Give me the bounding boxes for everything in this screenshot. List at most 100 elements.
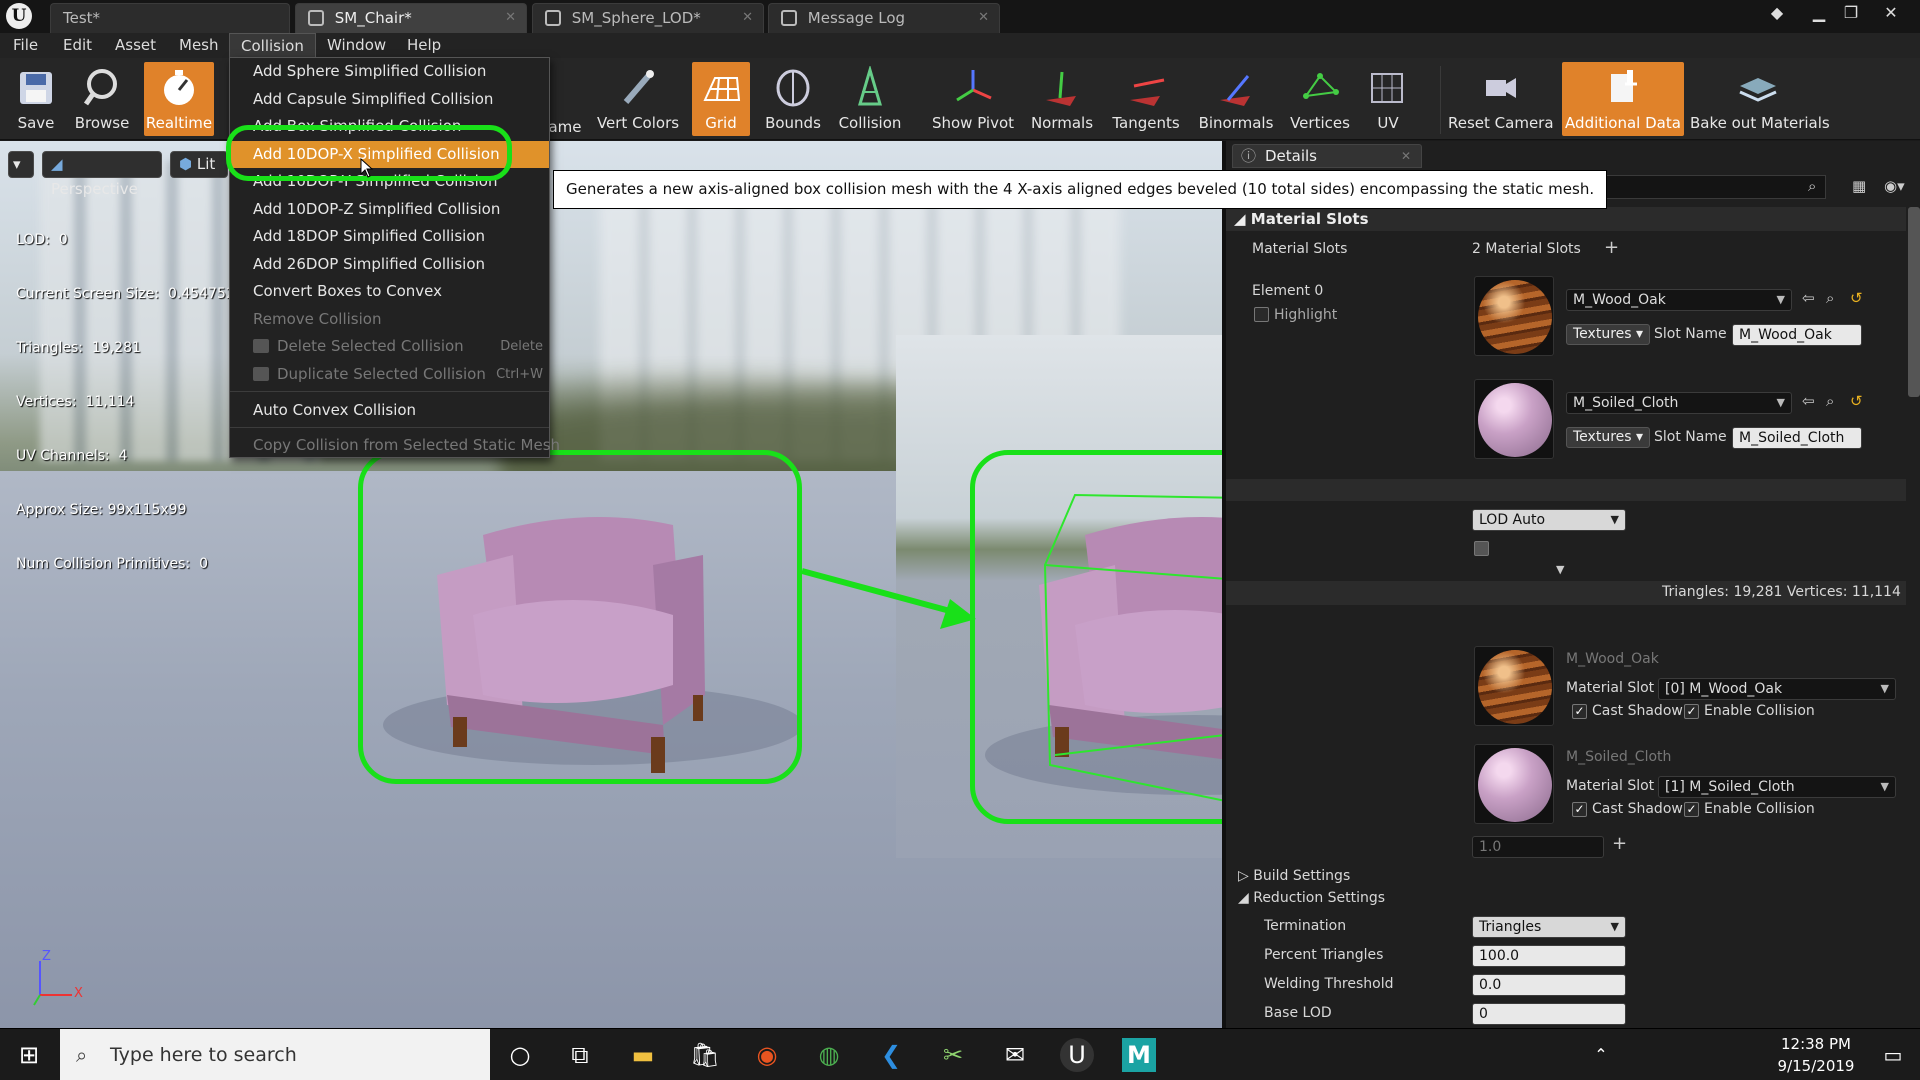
enable-collision-checkbox[interactable]: ✓ bbox=[1684, 704, 1699, 719]
reduction-settings-category[interactable]: ◢ Reduction Settings bbox=[1238, 890, 1385, 906]
lod-checkbox[interactable] bbox=[1474, 541, 1489, 556]
notifications-icon[interactable]: ▭ bbox=[1876, 1038, 1910, 1072]
highlight-checkbox[interactable] bbox=[1254, 307, 1269, 322]
grid-view-icon[interactable]: ▦ bbox=[1852, 177, 1866, 195]
build-settings-category[interactable]: ▷ Build Settings bbox=[1238, 868, 1350, 884]
bake-out-materials-button[interactable]: Bake out Materials bbox=[1690, 62, 1830, 136]
cortana-icon[interactable]: ○ bbox=[503, 1038, 537, 1072]
close-window-icon[interactable]: ✕ bbox=[1878, 2, 1904, 26]
normals-button[interactable]: Normals bbox=[1030, 62, 1094, 136]
viewport[interactable]: ▾ ◢ Perspective ⬢ Lit LOD: 0 Current Scr… bbox=[0, 141, 1222, 1028]
menu-item-copy-collision[interactable]: Copy Collision from Selected Static Mesh bbox=[230, 432, 560, 459]
vscode-icon[interactable]: ❮ bbox=[874, 1038, 908, 1072]
use-selected-arrow-icon[interactable]: ⇦ bbox=[1802, 289, 1815, 307]
eye-icon[interactable]: ◉▾ bbox=[1884, 177, 1905, 195]
marketplace-icon[interactable]: ◆ bbox=[1764, 2, 1790, 26]
textures-dropdown[interactable]: Textures ▾ bbox=[1566, 324, 1651, 345]
tab-details[interactable]: ⓘ Details ✕ bbox=[1232, 144, 1422, 168]
show-pivot-button[interactable]: Show Pivot bbox=[928, 62, 1018, 136]
section-material-thumbnail[interactable] bbox=[1474, 646, 1554, 726]
percent-triangles-input[interactable]: 100.0 bbox=[1472, 945, 1626, 967]
minimize-icon[interactable]: ▁ bbox=[1806, 2, 1832, 26]
menu-item-remove-collision[interactable]: Remove Collision bbox=[230, 306, 549, 333]
menu-help[interactable]: Help bbox=[396, 33, 452, 58]
reset-icon[interactable]: ↺ bbox=[1850, 289, 1863, 307]
expand-arrow-icon[interactable]: ▼ bbox=[1556, 563, 1564, 576]
textures-dropdown[interactable]: Textures ▾ bbox=[1566, 427, 1651, 448]
system-tray-icons[interactable]: ⌃ ☁ ▭ ⌔ ◁) ⬇ bbox=[1584, 1038, 1618, 1080]
ubuntu-icon[interactable]: ◉ bbox=[750, 1038, 784, 1072]
menu-item-add-26dop[interactable]: Add 26DOP Simplified Collision bbox=[230, 251, 549, 278]
browse-search-icon[interactable]: ⌕ bbox=[1826, 289, 1834, 307]
slot-name-input[interactable]: M_Soiled_Cloth bbox=[1732, 427, 1862, 449]
close-icon[interactable]: ✕ bbox=[1401, 145, 1411, 167]
menu-item-auto-convex[interactable]: Auto Convex Collision bbox=[230, 397, 549, 424]
frame-button[interactable]: ame bbox=[548, 62, 582, 136]
menu-item-add-sphere[interactable]: Add Sphere Simplified Collision bbox=[230, 58, 549, 85]
taskbar-clock[interactable]: 12:38 PM 9/15/2019 bbox=[1766, 1033, 1866, 1077]
windows-start-icon[interactable]: ⊞ bbox=[12, 1038, 46, 1072]
unreal-engine-icon[interactable]: U bbox=[1060, 1038, 1094, 1072]
add-icon[interactable]: + bbox=[1612, 833, 1627, 854]
chrome-icon[interactable]: ◍ bbox=[812, 1038, 846, 1072]
vert-colors-button[interactable]: Vert Colors bbox=[592, 62, 684, 136]
menu-item-duplicate-selected[interactable]: Duplicate Selected Collision Ctrl+W bbox=[230, 361, 549, 388]
tab-test[interactable]: Test* bbox=[50, 3, 290, 33]
menu-collision[interactable]: Collision bbox=[229, 33, 316, 58]
screen-size-input[interactable]: 1.0 bbox=[1472, 836, 1604, 858]
menu-item-convert-boxes[interactable]: Convert Boxes to Convex bbox=[230, 278, 549, 305]
material-slots-category[interactable]: ◢ Material Slots bbox=[1234, 210, 1369, 232]
material-slot-combo[interactable]: [0] M_Wood_Oak ▼ bbox=[1658, 678, 1896, 700]
menu-item-add-18dop[interactable]: Add 18DOP Simplified Collision bbox=[230, 223, 549, 250]
menu-item-delete-selected[interactable]: Delete Selected Collision Delete bbox=[230, 333, 549, 360]
grid-button[interactable]: Grid bbox=[692, 62, 750, 136]
menu-mesh[interactable]: Mesh bbox=[168, 33, 230, 58]
termination-combo[interactable]: Triangles ▼ bbox=[1472, 916, 1626, 938]
welding-threshold-input[interactable]: 0.0 bbox=[1472, 974, 1626, 996]
section-material-thumbnail[interactable] bbox=[1474, 744, 1554, 824]
close-icon[interactable]: ✕ bbox=[742, 4, 753, 32]
perspective-button[interactable]: ◢ Perspective bbox=[42, 151, 162, 198]
material-picker[interactable]: M_Wood_Oak ▼ bbox=[1566, 289, 1792, 311]
lit-button[interactable]: ⬢ Lit bbox=[170, 151, 228, 178]
viewport-options-button[interactable]: ▾ bbox=[8, 151, 34, 178]
details-scrollbar[interactable] bbox=[1908, 207, 1920, 397]
task-view-icon[interactable]: ⧉ bbox=[563, 1038, 597, 1072]
material-thumbnail[interactable] bbox=[1474, 276, 1554, 356]
close-icon[interactable]: ✕ bbox=[978, 4, 989, 32]
menu-item-add-10dop-z[interactable]: Add 10DOP-Z Simplified Collision bbox=[230, 196, 549, 223]
tab-message-log[interactable]: Message Log ✕ bbox=[768, 3, 1000, 33]
cast-shadow-checkbox[interactable]: ✓ bbox=[1572, 704, 1587, 719]
material-slot-combo[interactable]: [1] M_Soiled_Cloth ▼ bbox=[1658, 776, 1896, 798]
tools-icon[interactable]: ✂ bbox=[936, 1038, 970, 1072]
add-icon[interactable]: + bbox=[1604, 237, 1619, 258]
file-explorer-icon[interactable]: ▬ bbox=[626, 1038, 660, 1072]
base-lod-input[interactable]: 0 bbox=[1472, 1003, 1626, 1025]
close-icon[interactable]: ✕ bbox=[505, 4, 516, 32]
reset-icon[interactable]: ↺ bbox=[1850, 392, 1863, 410]
material-thumbnail[interactable] bbox=[1474, 379, 1554, 459]
slot-name-input[interactable]: M_Wood_Oak bbox=[1732, 324, 1862, 346]
realtime-button[interactable]: Realtime bbox=[144, 62, 214, 136]
menu-file[interactable]: File bbox=[2, 33, 49, 58]
lod-combo[interactable]: LOD Auto ▼ bbox=[1472, 509, 1626, 531]
menu-window[interactable]: Window bbox=[316, 33, 397, 58]
vertices-button[interactable]: Vertices bbox=[1288, 62, 1352, 136]
reset-camera-button[interactable]: Reset Camera bbox=[1448, 62, 1554, 136]
enable-collision-checkbox[interactable]: ✓ bbox=[1684, 802, 1699, 817]
binormals-button[interactable]: Binormals bbox=[1194, 62, 1278, 136]
browse-search-icon[interactable]: ⌕ bbox=[1826, 392, 1834, 410]
menu-edit[interactable]: Edit bbox=[52, 33, 103, 58]
additional-data-button[interactable]: Additional Data bbox=[1562, 62, 1684, 136]
tangents-button[interactable]: Tangents bbox=[1108, 62, 1184, 136]
mail-icon[interactable]: ✉ bbox=[998, 1038, 1032, 1072]
save-button[interactable]: Save bbox=[4, 62, 68, 136]
menu-item-add-capsule[interactable]: Add Capsule Simplified Collision bbox=[230, 86, 549, 113]
material-picker[interactable]: M_Soiled_Cloth ▼ bbox=[1566, 392, 1792, 414]
uv-button[interactable]: UV bbox=[1362, 62, 1414, 136]
maya-icon[interactable]: M bbox=[1122, 1038, 1156, 1072]
tab-sm-chair[interactable]: SM_Chair* ✕ bbox=[295, 3, 527, 33]
maximize-icon[interactable]: ❐ bbox=[1838, 2, 1864, 26]
search-icon[interactable]: ⌕ bbox=[1808, 177, 1816, 195]
tab-sm-sphere-lod[interactable]: SM_Sphere_LOD* ✕ bbox=[532, 3, 764, 33]
